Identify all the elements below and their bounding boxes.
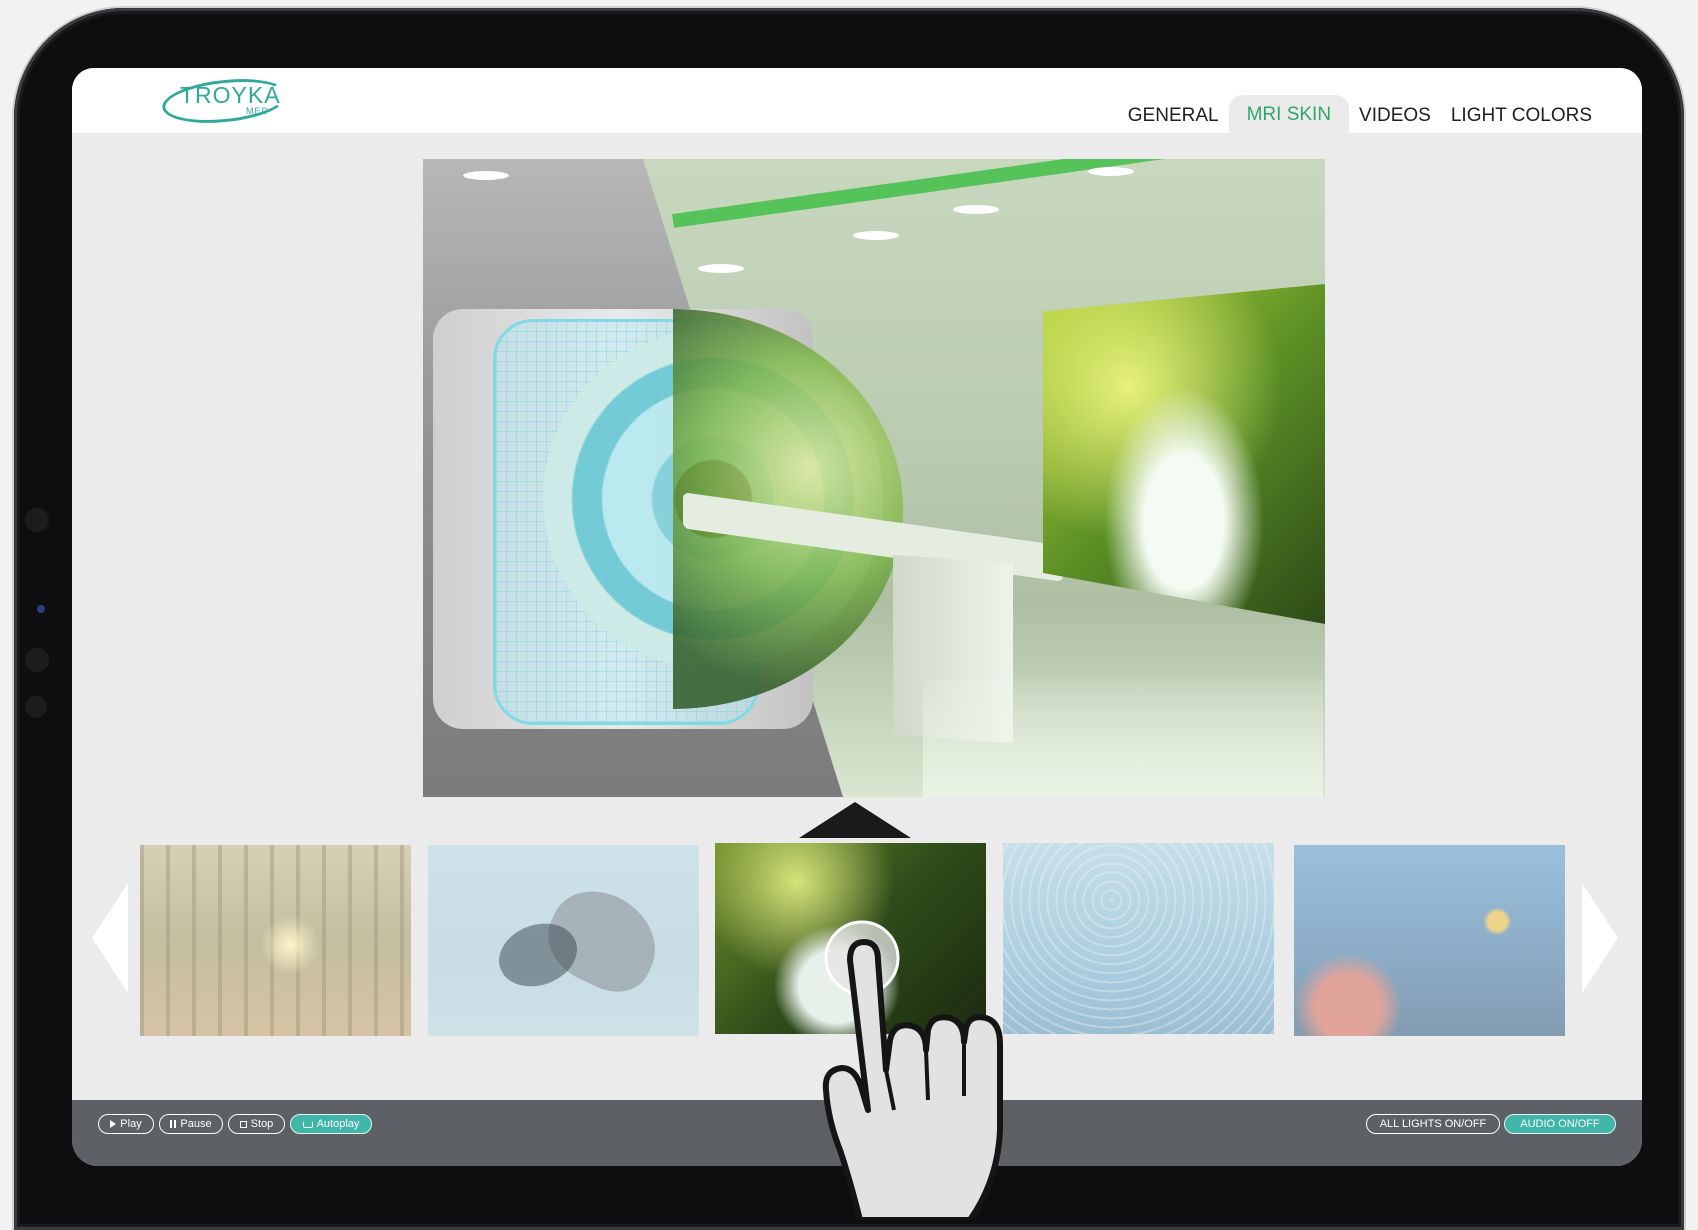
main-nav: GENERAL MRI SKIN VIDEOS LIGHT COLORS [1118,95,1602,133]
tab-videos[interactable]: VIDEOS [1349,95,1441,133]
hand-pointer-icon [822,920,1003,1220]
loop-icon [302,1120,313,1128]
play-button[interactable]: Play [98,1114,154,1134]
header-bar: TROYKA MED GENERAL MRI SKIN VIDEOS LIGHT… [72,68,1642,133]
tab-general[interactable]: GENERAL [1118,95,1229,133]
pause-icon [170,1120,177,1128]
ceiling-light [463,171,509,180]
thumbnail-dim-overlay [1294,845,1565,1036]
play-label: Play [120,1118,142,1130]
stop-icon [239,1120,247,1128]
all-lights-label: ALL LIGHTS ON/OFF [1379,1118,1487,1130]
wall-forest-panel [1043,284,1325,624]
thumbnail-orca-underwater[interactable] [428,845,699,1036]
tab-light-colors[interactable]: LIGHT COLORS [1441,95,1602,133]
ceiling-light [1088,167,1134,176]
autoplay-button[interactable]: Autoplay [290,1114,372,1134]
play-icon [110,1120,117,1128]
tablet-side-button [25,648,49,672]
thumbnail-dim-overlay [428,845,699,1036]
autoplay-label: Autoplay [316,1118,360,1130]
pause-button[interactable]: Pause [159,1114,223,1134]
chevron-right-icon[interactable] [1582,883,1618,993]
ceiling-light [698,264,744,273]
floor-reflection [923,679,1323,797]
audio-toggle-button[interactable]: AUDIO ON/OFF [1504,1114,1616,1134]
tab-mri-skin[interactable]: MRI SKIN [1228,95,1350,133]
chevron-left-icon[interactable] [92,883,128,993]
audio-label: AUDIO ON/OFF [1520,1118,1600,1130]
tablet-side-button [25,508,49,532]
all-lights-toggle-button[interactable]: ALL LIGHTS ON/OFF [1366,1114,1500,1134]
mri-room-preview-image [423,159,1325,797]
thumbnail-forest-sunlight[interactable] [140,845,411,1036]
ceiling-light [853,231,899,240]
logo-text: TROYKA [180,82,281,108]
thumbnail-dim-overlay [140,845,411,1036]
stop-label: Stop [250,1118,274,1130]
stop-button[interactable]: Stop [228,1114,285,1134]
selected-pointer-icon [799,802,911,838]
troyka-med-logo[interactable]: TROYKA MED [160,73,292,129]
tablet-side-button [25,696,47,718]
pause-label: Pause [180,1118,212,1130]
thumbnail-coral-reef[interactable] [1294,845,1565,1036]
logo-subtext: MED [246,106,269,116]
ceiling-light [953,205,999,214]
tablet-camera-dot [37,605,45,613]
